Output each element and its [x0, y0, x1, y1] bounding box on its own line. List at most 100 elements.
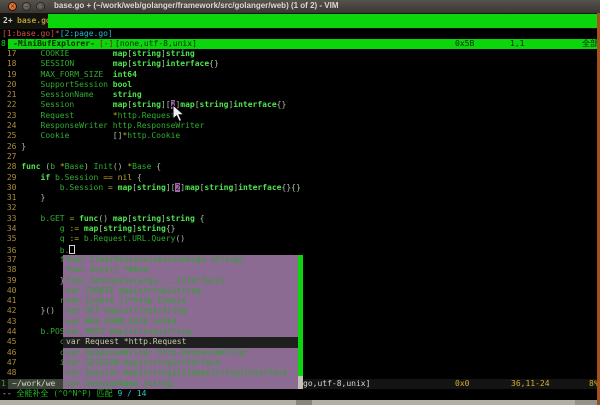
horizontal-scrollbar[interactable] [0, 400, 600, 405]
file-format: go,utf-8,unix] [303, 379, 370, 389]
line-number: 28 [2, 162, 21, 171]
completion-item[interactable]: var Cookie []*http.Cookie [63, 296, 303, 306]
code-line[interactable]: 25 Cookie []*http.Cookie [2, 131, 598, 141]
mbe-cursor-position: 1,1 [510, 39, 524, 49]
completion-mode-label: 全能补全 (^O^N^P) [16, 389, 91, 398]
scrollbar-segment[interactable] [575, 400, 597, 405]
code-line[interactable]: 33 b.GET = func() map[string]string { [2, 214, 598, 224]
code-line[interactable]: 31 } [2, 193, 598, 203]
code-line[interactable]: 30 b.Session = map[string][2]map[string]… [2, 183, 598, 193]
line-number: 45 [2, 337, 21, 346]
code-line[interactable]: 17 COOKIE map[string]string [2, 49, 598, 59]
hex-value: 0x0 [455, 379, 469, 389]
line-number: 41 [2, 296, 21, 305]
completion-item[interactable]: var GET map[string]string [63, 306, 303, 316]
completion-item[interactable]: var MAX_FORM_SIZE int64 [63, 317, 303, 327]
mode-dashes: -- [2, 389, 12, 398]
match-count: 9 / 14 [117, 389, 146, 398]
line-number: 37 [2, 255, 21, 264]
code-line[interactable]: 23 Request *http.Request [2, 111, 598, 121]
completion-item[interactable]: func Init() *Base [63, 265, 303, 275]
code-line[interactable]: 29 if b.Session == nil { [2, 173, 598, 183]
code-line[interactable]: 18 SESSION map[string]interface{} [2, 59, 598, 69]
line-number: 25 [2, 131, 21, 140]
line-number: 34 [2, 224, 21, 233]
tabline: 2+ base.go [0, 13, 600, 29]
completion-item[interactable]: var POST map[string]string [63, 327, 303, 337]
tab-label[interactable]: base.go [17, 16, 51, 25]
cursor-position: 36,11-24 [511, 379, 550, 389]
mbe-buffer-name: -MiniBufExplorer- [13, 39, 95, 49]
window-title: base.go + (~/work/web/golanger/framework… [54, 1, 339, 10]
line-number: 27 [2, 152, 21, 161]
line-number: 26 [2, 142, 21, 151]
popup-scrollbar[interactable] [298, 255, 303, 389]
line-number: 17 [2, 49, 21, 58]
completion-item-selected[interactable]: var Request *http.Request [63, 337, 303, 347]
vim-window: ✕ – ▢ base.go + (~/work/web/golanger/fra… [0, 0, 600, 405]
line-number: 30 [2, 183, 21, 192]
completion-item[interactable]: func SetCookie(args ...interface) [63, 276, 303, 286]
code-line[interactable]: 21 SessionName string [2, 90, 598, 100]
code-line[interactable]: 24 ResponseWriter http.ResponseWriter [2, 121, 598, 131]
tabline-fill [48, 14, 597, 28]
buffer-item-page-go[interactable]: [2:page.go] [60, 29, 113, 38]
completion-item[interactable]: var ResponseWriter http.ResponseWriter [63, 348, 303, 358]
line-number: 23 [2, 111, 21, 120]
line-number: 20 [2, 80, 21, 89]
mbe-buffer-number: 8 [1, 39, 6, 49]
code-line[interactable]: 19 MAX_FORM_SIZE int64 [2, 70, 598, 80]
line-number: 19 [2, 70, 21, 79]
line-number: 40 [2, 286, 21, 295]
line-number: 32 [2, 203, 21, 212]
completion-item[interactable]: func ClearSession(sessionSign string) [63, 255, 303, 265]
minibufexplorer-statusline: 8 -MiniBufExplorer- [-] [none,utf-8,unix… [0, 39, 600, 49]
code-line[interactable]: 20 SupportSession bool [2, 80, 598, 90]
scrollbar-segment[interactable] [296, 400, 312, 405]
statusline-bar [8, 39, 597, 49]
command-line: -- 全能补全 (^O^N^P) 匹配 9 / 14 [2, 389, 146, 400]
line-number: 43 [2, 317, 21, 326]
completion-item[interactable]: var SESSION map[string]interface [63, 358, 303, 368]
buffer-list: [1:base.go]*[2:page.go] [2, 29, 113, 39]
completion-item[interactable]: var COOKIE map[string]string [63, 286, 303, 296]
buffer-number: 1 [1, 379, 6, 389]
completion-item[interactable]: var SessionName string [63, 379, 303, 389]
file-path: ~/work/we [12, 379, 55, 389]
code-line[interactable]: 34 g := map[string]string{} [2, 224, 598, 234]
line-number: 29 [2, 173, 21, 182]
line-number: 39 [2, 276, 21, 285]
close-icon[interactable]: ✕ [8, 2, 17, 11]
line-number: 48 [2, 368, 21, 377]
line-number: 24 [2, 121, 21, 130]
code-line[interactable]: 28 func (b *Base) Init() *Base { [2, 162, 598, 172]
popup-scrollbar-thumb[interactable] [298, 255, 303, 376]
line-number: 38 [2, 265, 21, 274]
line-number: 46 [2, 348, 21, 357]
completion-item[interactable]: var Session map[string][2]map[string]int… [63, 368, 303, 378]
code-line[interactable]: 26 } [2, 142, 598, 152]
code-line[interactable]: 27 [2, 152, 598, 162]
buffer-item-base-go[interactable]: [1:base.go]* [2, 29, 60, 38]
titlebar: ✕ – ▢ base.go + (~/work/web/golanger/fra… [0, 0, 600, 14]
minimize-icon[interactable]: – [22, 2, 31, 11]
text-cursor [69, 245, 75, 254]
line-number: 21 [2, 90, 21, 99]
mbe-file-format: [none,utf-8,unix] [115, 39, 197, 49]
code-line[interactable]: 32 [2, 203, 598, 213]
completion-popup: func ClearSession(sessionSign string)fun… [63, 255, 303, 389]
mbe-flags: [-] [99, 39, 113, 49]
code-line[interactable]: 35 q := b.Request.URL.Query() [2, 234, 598, 244]
line-number: 36 [2, 246, 21, 255]
mbe-scroll-position: 全部 [582, 39, 598, 49]
code-line[interactable]: 22 Session map[string][2]map[string]inte… [2, 100, 598, 110]
mbe-hex-value: 0x5B [455, 39, 474, 49]
code-line[interactable]: 36 b. [2, 245, 598, 255]
line-number: 35 [2, 234, 21, 243]
line-number: 31 [2, 193, 21, 202]
line-number: 22 [2, 100, 21, 109]
tab-window-count: 2+ [3, 16, 13, 25]
maximize-icon[interactable]: ▢ [36, 2, 45, 11]
mouse-pointer-icon [172, 104, 186, 124]
line-number: 33 [2, 214, 21, 223]
